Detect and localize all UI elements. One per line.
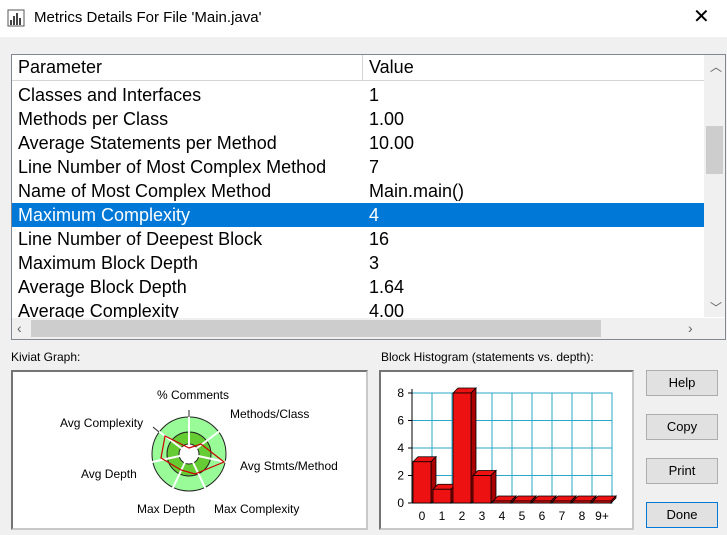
kiviat-axis-label: Max Complexity <box>214 502 299 516</box>
value-cell: 1.64 <box>369 277 405 297</box>
vertical-scrollbar[interactable]: ︿ ﹀ <box>704 55 725 317</box>
value-cell: 1 <box>369 85 380 105</box>
histogram-label: Block Histogram (statements vs. depth): <box>381 350 594 364</box>
x-tick-label: 8 <box>579 509 586 523</box>
parameter-cell: Maximum Block Depth <box>18 253 199 273</box>
x-tick-label: 0 <box>419 509 426 523</box>
vertical-scroll-thumb[interactable] <box>706 126 723 174</box>
kiviat-label: Kiviat Graph: <box>11 350 81 364</box>
parameter-cell: Line Number of Deepest Block <box>18 229 263 249</box>
kiviat-axis-label: Methods/Class <box>230 407 309 421</box>
histogram-bar <box>572 500 592 504</box>
parameter-cell: Average Statements per Method <box>18 133 277 153</box>
y-tick-label: 2 <box>397 469 404 483</box>
window-title: Metrics Details For File 'Main.java' <box>34 9 262 26</box>
kiviat-axis-label: Avg Stmts/Method <box>240 459 338 473</box>
column-header-value[interactable]: Value <box>363 55 704 80</box>
table-row[interactable]: Name of Most Complex Method Main.main() <box>12 179 704 203</box>
x-tick-label: 2 <box>459 509 466 523</box>
table-row[interactable]: Average Statements per Method 10.00 <box>12 131 704 155</box>
histogram-bar <box>592 500 612 504</box>
value-cell: 16 <box>369 229 390 249</box>
x-tick-label: 9+ <box>595 509 609 523</box>
app-icon <box>7 9 25 27</box>
kiviat-axis-label: Avg Depth <box>81 467 137 481</box>
histogram-bar <box>552 500 572 504</box>
table-row[interactable]: Methods per Class 1.00 <box>12 107 704 131</box>
horizontal-scrollbar[interactable]: ‹ › <box>12 318 704 339</box>
parameter-cell: Name of Most Complex Method <box>18 181 272 201</box>
y-tick-label: 6 <box>397 414 404 428</box>
scroll-up-icon[interactable]: ︿ <box>710 58 722 75</box>
horizontal-scroll-thumb[interactable] <box>31 320 601 337</box>
parameter-cell: Line Number of Most Complex Method <box>18 157 327 177</box>
block-histogram: 024680 1 2 3 4 5 6 7 8 9+ <box>397 386 617 523</box>
parameter-cell: Classes and Interfaces <box>18 85 202 105</box>
kiviat-graph: % Comments Methods/Class Avg Stmts/Metho… <box>60 388 338 516</box>
copy-button[interactable]: Copy <box>646 414 718 440</box>
histogram-bar-side <box>490 469 497 504</box>
metrics-table[interactable]: Parameter Value Classes and Interfaces 1… <box>11 54 726 340</box>
parameter-cell: Maximum Complexity <box>18 205 191 225</box>
table-row[interactable]: Line Number of Deepest Block 16 <box>12 227 704 251</box>
histogram-bar <box>452 392 472 504</box>
column-header-parameter[interactable]: Parameter <box>12 55 362 80</box>
x-tick-label: 4 <box>499 509 506 523</box>
y-tick-label: 8 <box>397 386 404 400</box>
scroll-left-icon[interactable]: ‹ <box>17 320 22 336</box>
close-icon[interactable]: ✕ <box>693 6 710 28</box>
kiviat-axis-label: % Comments <box>157 388 229 402</box>
help-button[interactable]: Help <box>646 370 718 396</box>
table-row[interactable]: Line Number of Most Complex Method 7 <box>12 155 704 179</box>
histogram-panel: 0 2 4 6 8 0 1 2 3 4 5 6 7 8 9+ <box>379 370 634 530</box>
kiviat-panel: % Comments Methods/Class Avg Stmts/Metho… <box>11 370 368 530</box>
x-tick-label: 1 <box>439 509 446 523</box>
x-tick-label: 6 <box>539 509 546 523</box>
x-tick-label: 7 <box>559 509 566 523</box>
histogram-bar <box>492 500 512 504</box>
scrollbar-corner <box>704 318 725 339</box>
parameter-cell: Methods per Class <box>18 109 169 129</box>
kiviat-axis-label: Avg Complexity <box>60 416 143 430</box>
kiviat-axis-label: Max Depth <box>137 502 195 516</box>
table-row-selected[interactable]: Maximum Complexity 4 <box>12 203 704 227</box>
y-tick-label: 0 <box>397 496 404 510</box>
scroll-right-icon[interactable]: › <box>688 320 693 336</box>
histogram-bar <box>532 500 552 504</box>
value-cell: 7 <box>369 157 380 177</box>
value-cell: 3 <box>369 253 380 273</box>
table-row[interactable]: Classes and Interfaces 1 <box>12 83 704 107</box>
table-row[interactable]: Average Block Depth 1.64 <box>12 275 704 299</box>
table-row[interactable]: Maximum Block Depth 3 <box>12 251 704 275</box>
value-cell: 1.00 <box>369 109 405 129</box>
parameter-cell: Average Block Depth <box>18 277 187 297</box>
histogram-bar <box>432 488 452 504</box>
x-tick-label: 3 <box>479 509 486 523</box>
histogram-bar <box>512 500 532 504</box>
title-bar: Metrics Details For File 'Main.java' ✕ <box>0 0 727 37</box>
scroll-down-icon[interactable]: ﹀ <box>710 299 722 316</box>
value-cell: 10.00 <box>369 133 415 153</box>
value-cell: 4 <box>369 205 380 225</box>
value-cell: Main.main() <box>369 181 465 201</box>
print-button[interactable]: Print <box>646 458 718 484</box>
y-tick-label: 4 <box>397 441 404 455</box>
table-header: Parameter Value <box>12 55 704 81</box>
done-button[interactable]: Done <box>646 502 718 528</box>
histogram-bar <box>472 475 492 504</box>
x-tick-label: 5 <box>519 509 526 523</box>
histogram-bar <box>412 461 432 504</box>
